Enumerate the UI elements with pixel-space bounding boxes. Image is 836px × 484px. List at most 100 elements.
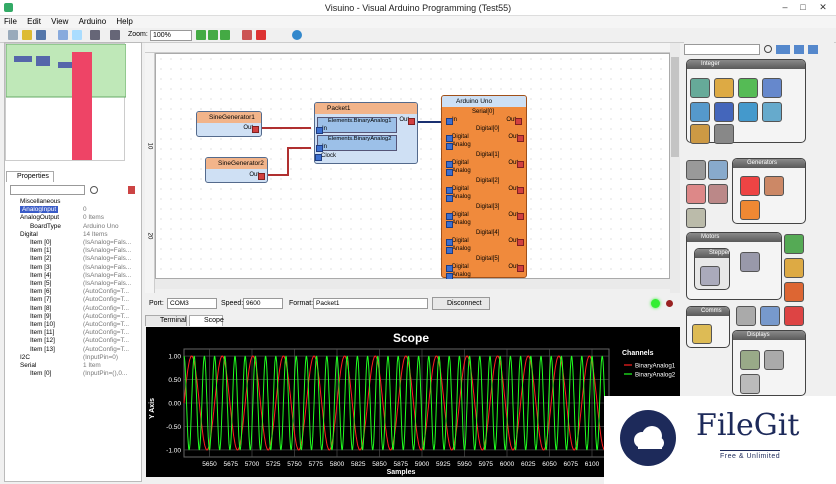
property-row[interactable]: I2C (InputPin=0) (6, 354, 140, 362)
compile-icon[interactable] (242, 30, 252, 40)
property-row[interactable]: Item [0] (IsAnalog=Fals... (6, 239, 140, 247)
tab-terminal[interactable]: Terminal (145, 315, 187, 326)
property-row[interactable]: Item [9] (AutoConfig=T... (6, 313, 140, 321)
menu-help[interactable]: Help (112, 16, 136, 27)
display-tile-icon[interactable] (764, 350, 784, 370)
comms-tile-icon[interactable] (784, 306, 804, 326)
tool-tile-icon[interactable] (708, 160, 728, 180)
arduino-digital-slot[interactable]: Digital[1] Digital Analog Out (444, 152, 526, 178)
motor-tile-icon[interactable] (740, 252, 760, 272)
redo-icon[interactable] (110, 30, 120, 40)
open-icon[interactable] (22, 30, 32, 40)
properties-search-input[interactable] (10, 185, 85, 195)
search-icon[interactable] (764, 45, 772, 53)
undo-icon[interactable] (90, 30, 100, 40)
display-tile-icon[interactable] (740, 350, 760, 370)
arduino-digital-slot[interactable]: Digital[2] Digital Analog Out (444, 178, 526, 204)
property-row[interactable]: Item [3] (IsAnalog=Fals... (6, 264, 140, 272)
expand-icon[interactable] (794, 45, 804, 54)
arduino-digital-slot[interactable]: Digital[3] Digital Analog Out (444, 204, 526, 230)
integer-tile-icon[interactable] (714, 78, 734, 98)
digital-pin[interactable]: Digital (446, 212, 469, 220)
digital-pin[interactable]: Digital (446, 238, 469, 246)
property-row[interactable]: Digital 14 Items (6, 231, 140, 239)
sine-generator-1[interactable]: SineGenerator1 Out (196, 111, 262, 137)
analog-pin[interactable]: Analog (446, 246, 471, 254)
speed-select[interactable]: 9600 (243, 298, 283, 309)
collapse-icon[interactable] (808, 45, 818, 54)
display-tile-icon[interactable] (740, 374, 760, 394)
pin-icon[interactable] (128, 186, 135, 194)
comms-tile-icon[interactable] (736, 306, 756, 326)
motor-tile-icon[interactable] (784, 258, 804, 278)
stop-icon[interactable] (256, 30, 266, 40)
menu-view[interactable]: View (47, 16, 72, 27)
out-pin[interactable]: Out (508, 212, 524, 220)
scroll-thumb[interactable] (671, 57, 679, 157)
packet-component[interactable]: Packet1 Elements.BinaryAnalog1 In Elemen… (314, 102, 418, 164)
out-pin[interactable]: Out (508, 238, 524, 246)
grid-icon[interactable] (72, 30, 82, 40)
web-icon[interactable] (292, 30, 302, 40)
comms-tile-icon[interactable] (692, 324, 712, 344)
analog-pin[interactable]: Analog (446, 194, 471, 202)
property-row[interactable]: Item [13] (AutoConfig=T... (6, 346, 140, 354)
property-row[interactable]: Serial 1 Item (6, 362, 140, 370)
stepper-tile-icon[interactable] (700, 266, 720, 286)
close-icon[interactable]: ✕ (816, 2, 830, 13)
integer-tile-icon[interactable] (762, 102, 782, 122)
zoom-in-icon[interactable] (196, 30, 206, 40)
clock-pin[interactable]: Clock (314, 153, 336, 161)
tab-scope[interactable]: Scope (189, 315, 224, 326)
in-pin[interactable]: In (315, 126, 327, 134)
property-row[interactable]: Item [5] (IsAnalog=Fals... (6, 280, 140, 288)
property-row[interactable]: Item [0] (InputPin=(),0... (6, 370, 140, 378)
menu-edit[interactable]: Edit (23, 16, 45, 27)
packet-element-2[interactable]: Elements.BinaryAnalog2 In (315, 135, 397, 152)
canvas-vertical-scrollbar[interactable] (670, 43, 680, 293)
serial-in-pin[interactable]: In (445, 117, 457, 125)
port-select[interactable]: COM3 (167, 298, 217, 309)
motor-tile-icon[interactable] (784, 234, 804, 254)
menu-arduino[interactable]: Arduino (75, 16, 111, 27)
digital-pin[interactable]: Digital (446, 160, 469, 168)
out-pin[interactable]: Out (399, 117, 415, 125)
property-row[interactable]: AnalogInput 0 (6, 206, 140, 214)
property-row[interactable]: Item [6] (AutoConfig=T... (6, 288, 140, 296)
integer-tile-icon[interactable] (714, 102, 734, 122)
tool-tile-icon[interactable] (686, 184, 706, 204)
canvas-horizontal-scrollbar[interactable] (155, 279, 670, 289)
out-pin[interactable]: Out (249, 172, 265, 180)
out-pin[interactable]: Out (508, 134, 524, 142)
integer-tile-icon[interactable] (762, 78, 782, 98)
motor-tile-icon[interactable] (784, 282, 804, 302)
generator-tile-icon[interactable] (740, 176, 760, 196)
property-row[interactable]: Item [12] (AutoConfig=T... (6, 337, 140, 345)
disconnect-button[interactable]: Disconnect (432, 297, 490, 310)
out-pin[interactable]: Out (508, 264, 524, 272)
zoom-out-icon[interactable] (208, 30, 218, 40)
property-row[interactable]: AnalogOutput 0 Items (6, 214, 140, 222)
analog-pin[interactable]: Analog (446, 142, 471, 150)
packet-element-1[interactable]: Elements.BinaryAnalog1 In (315, 117, 397, 134)
arduino-digital-slot[interactable]: Digital[0] Digital Analog Out (444, 126, 526, 152)
tool-tile-icon[interactable] (686, 208, 706, 228)
wire[interactable] (268, 147, 311, 176)
overview-viewport[interactable] (5, 43, 127, 98)
out-pin[interactable]: Out (243, 125, 259, 133)
analog-pin[interactable]: Analog (446, 168, 471, 176)
digital-pin[interactable]: Digital (446, 186, 469, 194)
format-select[interactable]: Packet1 (313, 298, 428, 309)
integer-tile-icon[interactable] (690, 124, 710, 144)
in-pin[interactable]: In (315, 144, 327, 152)
property-row[interactable]: Item [1] (IsAnalog=Fals... (6, 247, 140, 255)
generator-tile-icon[interactable] (764, 176, 784, 196)
layout-icon[interactable] (58, 30, 68, 40)
property-row[interactable]: Item [11] (AutoConfig=T... (6, 329, 140, 337)
integer-tile-icon[interactable] (714, 124, 734, 144)
filter-icon[interactable] (90, 186, 98, 194)
integer-tile-icon[interactable] (690, 78, 710, 98)
analog-pin[interactable]: Analog (446, 272, 471, 280)
sine-generator-2[interactable]: SineGenerator2 Out (205, 157, 268, 183)
zoom-fit-icon[interactable] (220, 30, 230, 40)
